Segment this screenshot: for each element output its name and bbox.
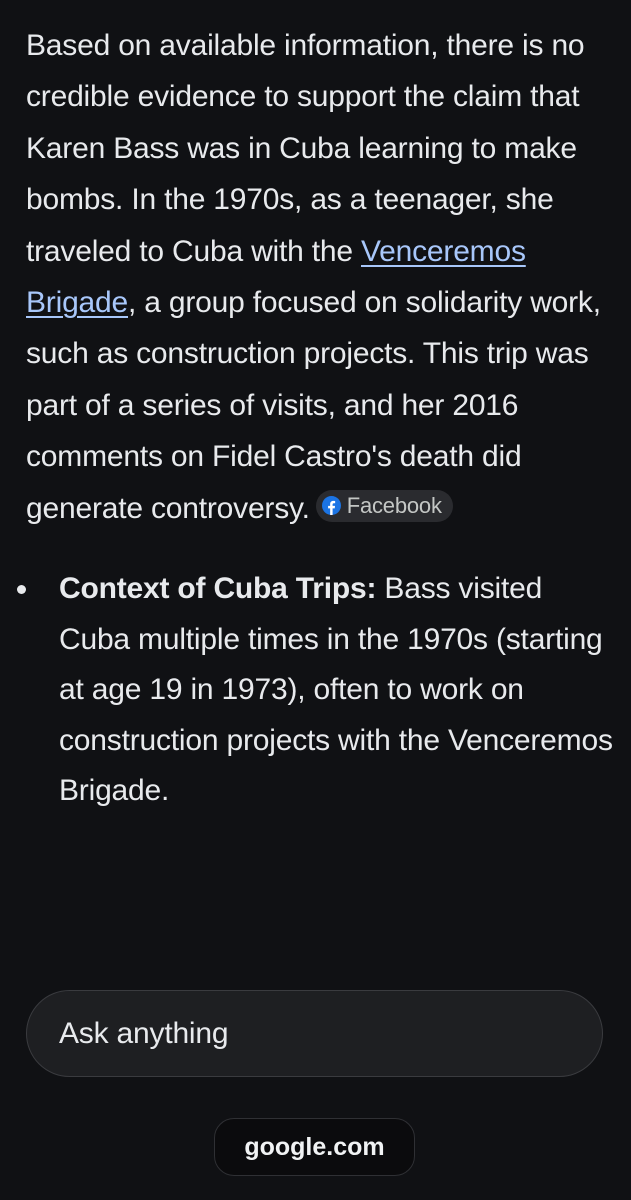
ask-input[interactable]: Ask anything bbox=[26, 990, 603, 1077]
list-item: Context of Cuba Trips: Bass visited Cuba… bbox=[17, 564, 616, 817]
ask-input-placeholder: Ask anything bbox=[59, 1016, 229, 1050]
bullet-dot bbox=[17, 585, 26, 595]
bullet-text: Bass visited Cuba multiple times in the … bbox=[59, 572, 613, 808]
answer-bullet-list: Context of Cuba Trips: Bass visited Cuba… bbox=[17, 564, 616, 817]
domain-label: google.com bbox=[244, 1132, 385, 1161]
answer-text-rest: , a group focused on solidarity work, su… bbox=[26, 286, 601, 525]
answer-paragraph: Based on available information, there is… bbox=[26, 20, 616, 534]
domain-button[interactable]: google.com bbox=[214, 1118, 415, 1176]
source-chip-label: Facebook bbox=[346, 492, 442, 518]
bullet-heading: Context of Cuba Trips: bbox=[59, 572, 377, 606]
source-chip-facebook[interactable]: Facebook bbox=[315, 489, 453, 522]
facebook-icon bbox=[321, 496, 341, 516]
ai-answer: Based on available information, there is… bbox=[17, 20, 616, 817]
answer-text-intro: Based on available information, there is… bbox=[26, 29, 585, 268]
